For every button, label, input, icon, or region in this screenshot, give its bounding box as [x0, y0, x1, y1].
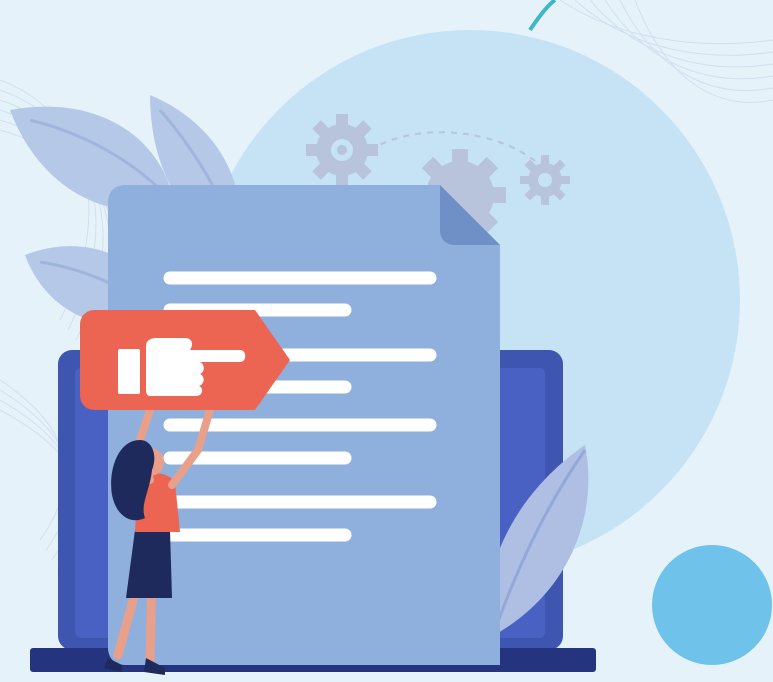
gear-icon [306, 114, 378, 186]
pointer-sign [80, 310, 290, 410]
small-blue-circle [652, 545, 772, 665]
illustration-svg [0, 0, 773, 675]
teal-accent-curve [528, 0, 557, 32]
gear-icon [520, 155, 570, 205]
illustration-scene [0, 0, 773, 682]
